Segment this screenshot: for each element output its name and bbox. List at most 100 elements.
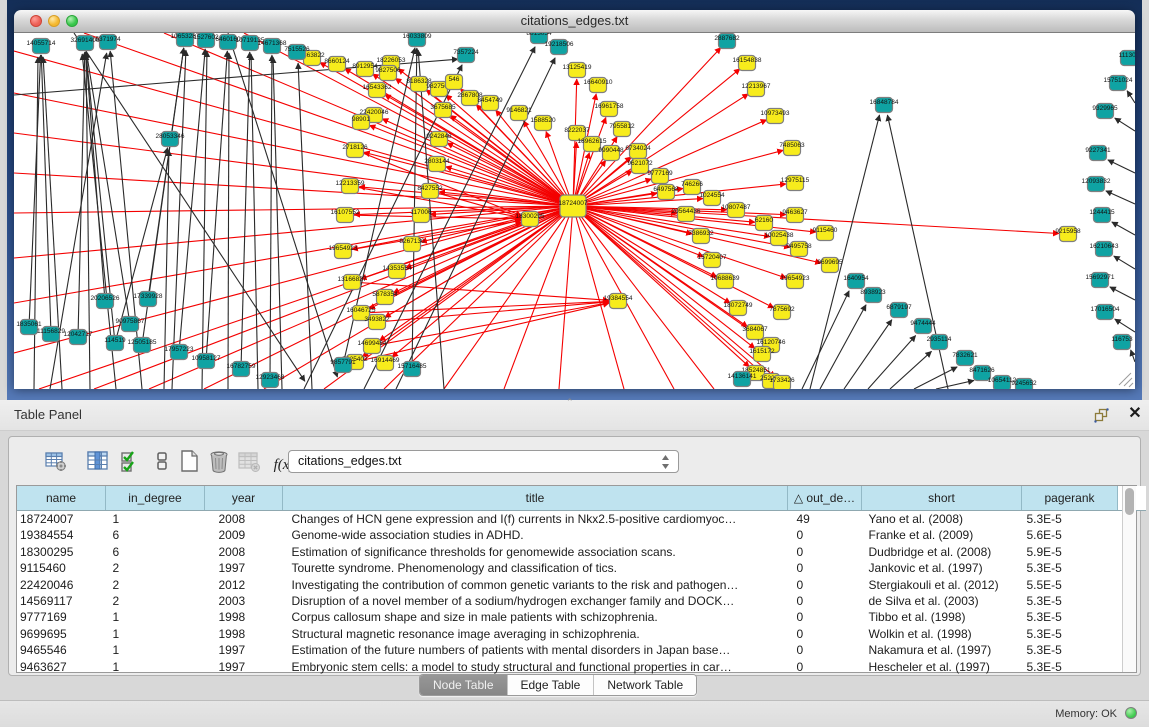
cell-year[interactable]: 1997	[205, 642, 283, 658]
table-row[interactable]: 1456911722003Disruption of a novel membe…	[17, 593, 1146, 609]
graph-node[interactable]: 9857791	[330, 358, 356, 373]
table-row[interactable]: 1872400712008Changes of HCN gene express…	[17, 511, 1146, 528]
cell-title[interactable]: Genome-wide association studies in ADHD.	[283, 527, 788, 543]
graph-node[interactable]: 15751024	[1104, 76, 1133, 91]
panel-splitter-handle[interactable]: ⌃	[566, 397, 574, 408]
graph-node[interactable]: 16848784	[870, 98, 899, 113]
table-selector[interactable]: citations_edges.txt	[288, 450, 679, 473]
column-header-name[interactable]: name	[17, 486, 106, 511]
cell-title[interactable]: Embryonic stem cells: a model to study s…	[283, 659, 788, 675]
graph-node[interactable]: 18724007	[559, 195, 588, 217]
close-panel-icon[interactable]: ✕	[1126, 404, 1144, 424]
graph-node[interactable]: 16961758	[595, 102, 624, 117]
cell-name[interactable]: 18300295	[17, 544, 106, 560]
cell-pagerank[interactable]: 5.6E-5	[1022, 527, 1118, 543]
graph-node[interactable]: 1588520	[530, 116, 556, 131]
resize-grip[interactable]	[1119, 373, 1133, 387]
new-document-icon[interactable]	[175, 447, 203, 475]
graph-node[interactable]: 6879197	[886, 303, 912, 318]
cell-pagerank[interactable]: 5.3E-5	[1022, 659, 1118, 675]
graph-node[interactable]: 2935114	[927, 335, 952, 350]
graph-node[interactable]: 8454749	[477, 96, 503, 111]
graph-node[interactable]: 9990448	[598, 146, 624, 161]
cell-in_degree[interactable]: 6	[106, 527, 205, 543]
graph-node[interactable]: 9329965	[1092, 104, 1118, 119]
cell-title[interactable]: Estimation of significance thresholds fo…	[283, 544, 788, 560]
table-row[interactable]: 1830029562008Estimation of significance …	[17, 544, 1146, 560]
cell-in_degree[interactable]: 1	[106, 626, 205, 642]
graph-node[interactable]: 19218506	[545, 40, 574, 55]
select-columns-icon[interactable]	[84, 447, 112, 475]
cell-name[interactable]: 18724007	[17, 511, 106, 528]
graph-node[interactable]: 2803144	[424, 157, 450, 172]
graph-node[interactable]: 546	[446, 75, 463, 90]
cell-title[interactable]: Tourette syndrome. Phenomenology and cla…	[283, 560, 788, 576]
trash-icon[interactable]	[205, 447, 233, 475]
graph-node[interactable]: 9115460	[813, 226, 838, 241]
cell-short[interactable]: Dudbridge et al. (2008)	[862, 544, 1022, 560]
graph-node[interactable]: 5371974	[95, 35, 121, 50]
cell-title[interactable]: Investigating the contribution of common…	[283, 577, 788, 593]
cell-year[interactable]: 2012	[205, 577, 283, 593]
cell-name[interactable]: 22420046	[17, 577, 106, 593]
tab-network-table[interactable]: Network Table	[593, 675, 696, 695]
graph-node[interactable]: 7485063	[779, 141, 805, 156]
cell-in_degree[interactable]: 2	[106, 593, 205, 609]
graph-node[interactable]: 12042717	[64, 330, 93, 345]
table-row[interactable]: 1938455462009Genome-wide association stu…	[17, 527, 1146, 543]
cell-out_degree[interactable]: 0	[788, 577, 862, 593]
column-header-title[interactable]: title	[283, 486, 788, 511]
cell-out_degree[interactable]: 0	[788, 609, 862, 625]
graph-node[interactable]: 12093832	[1082, 177, 1111, 192]
cell-year[interactable]: 2003	[205, 593, 283, 609]
graph-node[interactable]: 14671368	[258, 39, 287, 54]
memory-status-icon[interactable]	[1125, 707, 1137, 719]
graph-node[interactable]: 9463627	[782, 208, 808, 223]
graph-node[interactable]: 8912954	[352, 62, 378, 77]
column-header-short[interactable]: short	[862, 486, 1022, 511]
graph-node[interactable]: 5878354	[372, 290, 398, 305]
graph-node[interactable]: 16640910	[584, 78, 613, 93]
graph-node[interactable]: 13166827	[338, 275, 367, 290]
cell-out_degree[interactable]: 0	[788, 593, 862, 609]
cell-short[interactable]: Hescheler et al. (1997)	[862, 659, 1022, 675]
graph-node[interactable]: 13125419	[563, 63, 592, 78]
graph-node[interactable]: 17339928	[134, 292, 163, 307]
cell-pagerank[interactable]: 5.9E-5	[1022, 544, 1118, 560]
cell-in_degree[interactable]: 1	[106, 609, 205, 625]
graph-node[interactable]: 10958127	[192, 354, 221, 369]
cell-pagerank[interactable]: 5.3E-5	[1022, 511, 1118, 528]
graph-node[interactable]: 17016504	[1091, 305, 1120, 320]
cell-year[interactable]: 1998	[205, 609, 283, 625]
cell-short[interactable]: Tibbo et al. (1998)	[862, 609, 1022, 625]
table-row[interactable]: 2242004622012Investigating the contribut…	[17, 577, 1146, 593]
graph-node[interactable]: 15720407	[698, 253, 727, 268]
cell-pagerank[interactable]: 5.5E-5	[1022, 577, 1118, 593]
table-scrollbar[interactable]	[1122, 486, 1136, 672]
table-row[interactable]: 946554611997Estimation of the future num…	[17, 642, 1146, 658]
cell-year[interactable]: 2008	[205, 544, 283, 560]
cell-out_degree[interactable]: 0	[788, 527, 862, 543]
graph-node[interactable]: 111304	[1119, 51, 1135, 66]
graph-node[interactable]: 7955812	[609, 122, 635, 137]
table-row[interactable]: 977716911998Corpus callosum shape and si…	[17, 609, 1146, 625]
graph-node[interactable]: 1733426	[769, 376, 795, 390]
graph-node[interactable]: 8938923	[860, 288, 886, 303]
tab-node-table[interactable]: Node Table	[420, 675, 507, 695]
cell-out_degree[interactable]: 0	[788, 560, 862, 576]
cell-short[interactable]: Nakamura et al. (1997)	[862, 642, 1022, 658]
delete-table-icon[interactable]	[235, 447, 263, 475]
graph-node[interactable]: 6734024	[625, 144, 651, 159]
graph-node[interactable]: 8427552	[417, 184, 443, 199]
float-window-icon[interactable]	[1093, 407, 1109, 423]
graph-node[interactable]: 28053346	[156, 132, 185, 147]
graph-node[interactable]: 6497568	[653, 185, 679, 200]
cell-in_degree[interactable]: 1	[106, 659, 205, 675]
network-canvas[interactable]: 1872400778638228660124891295418226053982…	[14, 33, 1135, 389]
graph-node[interactable]: 9215958	[1055, 227, 1081, 242]
cell-short[interactable]: de Silva et al. (2003)	[862, 593, 1022, 609]
cell-in_degree[interactable]: 1	[106, 511, 205, 528]
graph-node[interactable]: 2887682	[714, 34, 740, 49]
cell-name[interactable]: 19384554	[17, 527, 106, 543]
graph-node[interactable]: 12213359	[336, 179, 365, 194]
